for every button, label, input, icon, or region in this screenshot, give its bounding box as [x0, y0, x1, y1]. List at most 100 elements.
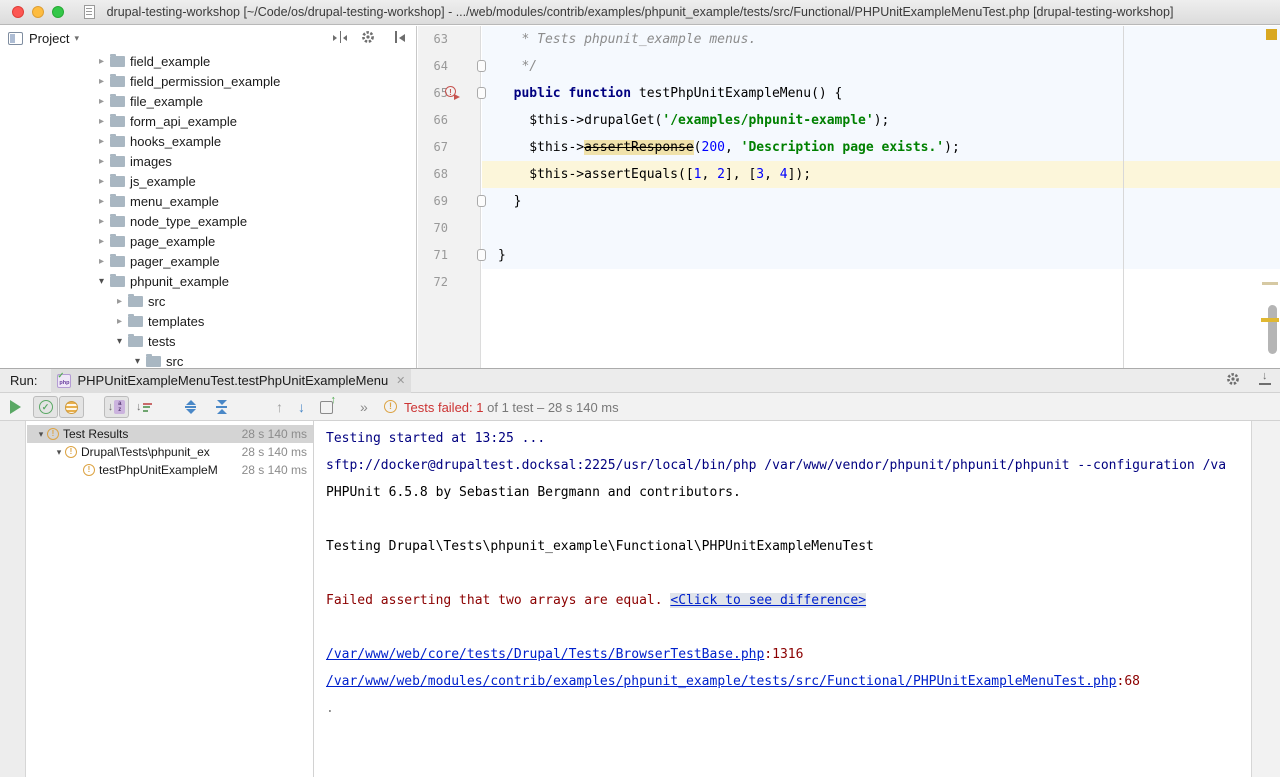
chevron-down-icon[interactable]: ▾ — [95, 276, 108, 287]
test-duration: 28 s 140 ms — [242, 445, 307, 459]
chevron-right-icon[interactable]: ▸ — [95, 136, 108, 147]
gutter-row: 65! — [418, 80, 480, 107]
chevron-right-icon[interactable]: ▸ — [95, 156, 108, 167]
tree-item-node_type_example[interactable]: ▸node_type_example — [0, 211, 416, 231]
console-link[interactable]: /var/www/web/modules/contrib/examples/ph… — [326, 674, 1117, 689]
code-token: $this->drupalGet( — [498, 113, 662, 128]
editor[interactable]: 636465!66676869707172 * Tests phpunit_ex… — [418, 26, 1280, 368]
code-line[interactable] — [482, 269, 1280, 296]
tree-item-phpunit_example[interactable]: ▾ phpunit_example — [0, 271, 416, 291]
chevron-right-icon[interactable]: ▸ — [113, 316, 126, 327]
fold-end-marker[interactable] — [477, 249, 486, 261]
fold-end-marker[interactable] — [477, 195, 486, 207]
chevron-down-icon[interactable]: ▾ — [35, 429, 47, 440]
code-token: ( — [694, 140, 702, 155]
gutter-row: 70 — [418, 215, 480, 242]
code-line[interactable] — [482, 215, 1280, 242]
error-stripe-mark[interactable] — [1261, 318, 1279, 322]
code-token: ); — [944, 140, 960, 155]
error-stripe-mark[interactable] — [1262, 282, 1278, 285]
test-tree-item[interactable]: !testPhpUnitExampleM28 s 140 ms — [27, 461, 313, 479]
chevron-down-icon[interactable]: ▾ — [53, 447, 65, 458]
tree-item-file_example[interactable]: ▸file_example — [0, 91, 416, 111]
console-link[interactable]: /var/www/web/core/tests/Drupal/Tests/Bro… — [326, 647, 764, 662]
code-line[interactable]: * Tests phpunit_example menus. — [482, 26, 1280, 53]
show-ignored-toggle[interactable] — [59, 396, 84, 418]
chevron-right-icon[interactable]: ▸ — [95, 256, 108, 267]
chevron-right-icon[interactable]: ▸ — [95, 196, 108, 207]
project-tree: ▸field_example▸field_permission_example▸… — [0, 51, 416, 368]
tree-item-label: phpunit_example — [130, 274, 229, 289]
folder-icon — [110, 96, 125, 107]
chevron-right-icon[interactable]: ▸ — [95, 236, 108, 247]
code-line[interactable]: } — [482, 242, 1280, 269]
tree-item-page_example[interactable]: ▸page_example — [0, 231, 416, 251]
close-tab-icon[interactable]: ✕ — [396, 374, 405, 387]
hide-panel-icon[interactable] — [394, 30, 408, 44]
more-actions-chevron-icon[interactable]: » — [360, 396, 368, 418]
code-line[interactable]: } — [482, 188, 1280, 215]
chevron-right-icon[interactable]: ▸ — [95, 56, 108, 67]
tree-item-src[interactable]: ▾src — [0, 351, 416, 368]
locate-file-icon[interactable] — [333, 30, 347, 44]
console-text: PHPUnit 6.5.8 by Sebastian Bergmann and … — [326, 485, 741, 500]
project-tool-window-icon — [8, 32, 23, 45]
failed-test-icon[interactable]: ! — [445, 86, 458, 99]
code-line[interactable]: $this->drupalGet('/examples/phpunit-exam… — [482, 107, 1280, 134]
chevron-down-icon[interactable]: ▾ — [131, 356, 144, 367]
project-settings-gear-icon[interactable] — [361, 30, 380, 44]
run-settings-gear-icon[interactable] — [1226, 372, 1245, 386]
fold-start-marker[interactable] — [477, 60, 486, 72]
next-failed-test-button[interactable]: ↓ — [298, 396, 305, 418]
chevron-right-icon[interactable]: ▸ — [95, 216, 108, 227]
code-line[interactable]: public function testPhpUnitExampleMenu()… — [482, 80, 1280, 107]
code-area[interactable]: * Tests phpunit_example menus. */ public… — [482, 26, 1280, 368]
fold-start-marker[interactable] — [477, 87, 486, 99]
code-line[interactable]: $this->assertResponse(200, 'Description … — [482, 134, 1280, 161]
rerun-button[interactable] — [10, 396, 21, 418]
editor-scrollbar[interactable] — [1268, 305, 1277, 354]
console-link[interactable]: <Click to see difference> — [670, 593, 866, 608]
tree-item-field_example[interactable]: ▸field_example — [0, 51, 416, 71]
tree-item-templates[interactable]: ▸templates — [0, 311, 416, 331]
chevron-right-icon[interactable]: ▸ — [95, 76, 108, 87]
tree-item-images[interactable]: ▸images — [0, 151, 416, 171]
code-token: 4 — [780, 167, 788, 182]
tree-item-field_permission_example[interactable]: ▸ field_permission_example — [0, 71, 416, 91]
code-line[interactable]: $this->assertEquals([1, 2], [3, 4]); — [482, 161, 1280, 188]
chevron-right-icon[interactable]: ▸ — [95, 116, 108, 127]
code-token: ], [ — [725, 167, 756, 182]
test-console-output[interactable]: Testing started at 13:25 ...sftp://docke… — [314, 421, 1251, 777]
tree-item-hooks_example[interactable]: ▸hooks_example — [0, 131, 416, 151]
tree-item-tests[interactable]: ▾tests — [0, 331, 416, 351]
tree-item-menu_example[interactable]: ▸menu_example — [0, 191, 416, 211]
chevron-right-icon[interactable]: ▸ — [95, 96, 108, 107]
tree-item-src[interactable]: ▸src — [0, 291, 416, 311]
test-tree-item[interactable]: ▾!Test Results28 s 140 ms — [27, 425, 313, 443]
tree-item-form_api_example[interactable]: ▸form_api_example — [0, 111, 416, 131]
export-test-results-button[interactable]: ↑ — [320, 396, 333, 418]
code-token: , — [725, 140, 741, 155]
sort-by-duration-toggle[interactable]: ↓ — [136, 396, 152, 418]
tree-item-js_example[interactable]: ▸js_example — [0, 171, 416, 191]
chevron-down-icon[interactable]: ▾ — [113, 336, 126, 347]
hide-run-panel-icon[interactable]: ↓ — [1259, 372, 1272, 386]
folder-icon — [110, 256, 125, 267]
chevron-right-icon[interactable]: ▸ — [113, 296, 126, 307]
inspection-status-icon[interactable] — [1266, 29, 1277, 40]
chevron-right-icon[interactable]: ▸ — [95, 176, 108, 187]
gutter-row: 69 — [418, 188, 480, 215]
collapse-all-button[interactable] — [216, 396, 227, 418]
sort-alphabetically-toggle[interactable]: ↓az — [104, 396, 129, 418]
tree-item-pager_example[interactable]: ▸pager_example — [0, 251, 416, 271]
code-line[interactable]: */ — [482, 53, 1280, 80]
console-line: sftp://docker@drupaltest.docksal:2225/us… — [326, 452, 1251, 479]
tree-item-label: field_permission_example — [130, 74, 280, 89]
project-panel-title[interactable]: Project — [29, 31, 69, 46]
show-passed-toggle[interactable]: ✓ — [33, 396, 58, 418]
console-line: Testing started at 13:25 ... — [326, 425, 1251, 452]
previous-failed-test-button[interactable]: ↑ — [276, 396, 283, 418]
expand-all-button[interactable] — [185, 396, 196, 418]
test-tree-item[interactable]: ▾!Drupal\Tests\phpunit_ex28 s 140 ms — [27, 443, 313, 461]
run-configuration-tab[interactable]: php ✓ PHPUnitExampleMenuTest.testPhpUnit… — [51, 369, 411, 393]
